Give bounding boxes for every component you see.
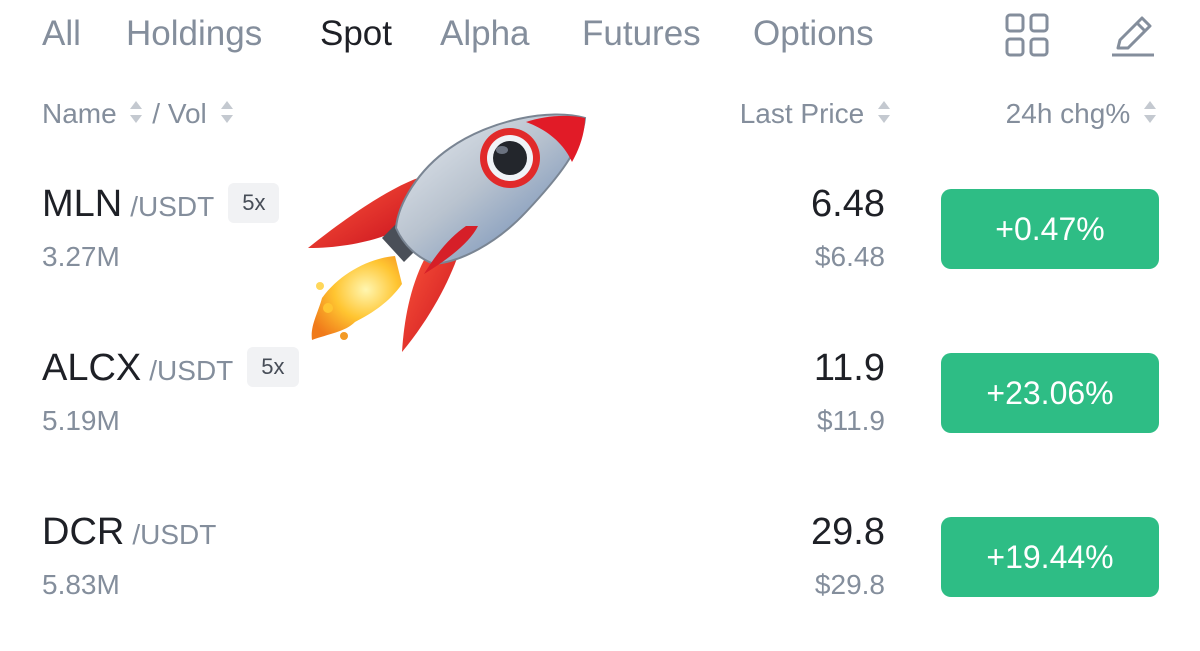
grid-icon[interactable] <box>1004 12 1052 60</box>
tab-all[interactable]: All <box>42 14 81 54</box>
tab-holdings[interactable]: Holdings <box>126 14 262 54</box>
pair-symbol: DCR/USDT <box>42 510 216 562</box>
table-row[interactable]: ALCX/USDT 5x 5.19M 11.9 $11.9 +23.06% <box>0 332 1200 452</box>
volume: 5.83M <box>42 569 120 600</box>
column-change-label: 24h chg% <box>1005 98 1131 129</box>
pair-symbol: ALCX/USDT 5x <box>42 346 299 398</box>
pair-symbol: MLN/USDT 5x <box>42 182 280 234</box>
quote-asset: /USDT <box>130 191 215 222</box>
column-header-name-vol[interactable]: Name / Vol <box>42 96 235 134</box>
column-header-last-price[interactable]: Last Price <box>740 96 892 134</box>
last-price: 6.48 <box>811 183 885 225</box>
quote-asset: /USDT <box>149 355 234 386</box>
column-header-24h-change[interactable]: 24h chg% <box>1006 96 1158 134</box>
sort-icon <box>1142 98 1158 134</box>
rocket-icon <box>300 108 595 358</box>
table-row[interactable]: MLN/USDT 5x 3.27M 6.48 $6.48 +0.47% <box>0 168 1200 288</box>
change-badge[interactable]: +0.47% <box>941 189 1159 269</box>
base-asset: ALCX <box>42 347 142 389</box>
leverage-badge: 5x <box>228 183 280 223</box>
change-badge[interactable]: +23.06% <box>941 353 1159 433</box>
tab-options[interactable]: Options <box>753 14 874 54</box>
table-row[interactable]: DCR/USDT 5.83M 29.8 $29.8 +19.44% <box>0 496 1200 616</box>
market-tab-bar: All Holdings Spot Alpha Futures Options <box>0 0 1200 70</box>
tab-alpha[interactable]: Alpha <box>440 14 530 54</box>
base-asset: DCR <box>42 511 125 553</box>
base-asset: MLN <box>42 183 123 225</box>
column-name-label: Name <box>42 98 117 129</box>
volume: 3.27M <box>42 241 120 272</box>
volume: 5.19M <box>42 405 120 436</box>
column-separator: / <box>152 98 161 129</box>
fiat-price: $11.9 <box>817 405 885 436</box>
sort-icon <box>219 98 235 134</box>
change-badge[interactable]: +19.44% <box>941 517 1159 597</box>
quote-asset: /USDT <box>132 519 217 550</box>
column-vol-label: Vol <box>167 98 207 129</box>
last-price: 11.9 <box>813 347 885 389</box>
last-price: 29.8 <box>811 511 885 553</box>
fiat-price: $6.48 <box>814 241 885 272</box>
tab-spot[interactable]: Spot <box>320 14 392 54</box>
column-last-price-label: Last Price <box>739 98 865 129</box>
leverage-badge: 5x <box>247 347 299 387</box>
fiat-price: $29.8 <box>814 569 885 600</box>
sort-icon <box>128 98 144 134</box>
edit-pencil-icon[interactable] <box>1108 12 1156 60</box>
markets-screen: All Holdings Spot Alpha Futures Options … <box>0 0 1200 651</box>
sort-icon <box>876 98 892 134</box>
tab-futures[interactable]: Futures <box>582 14 701 54</box>
